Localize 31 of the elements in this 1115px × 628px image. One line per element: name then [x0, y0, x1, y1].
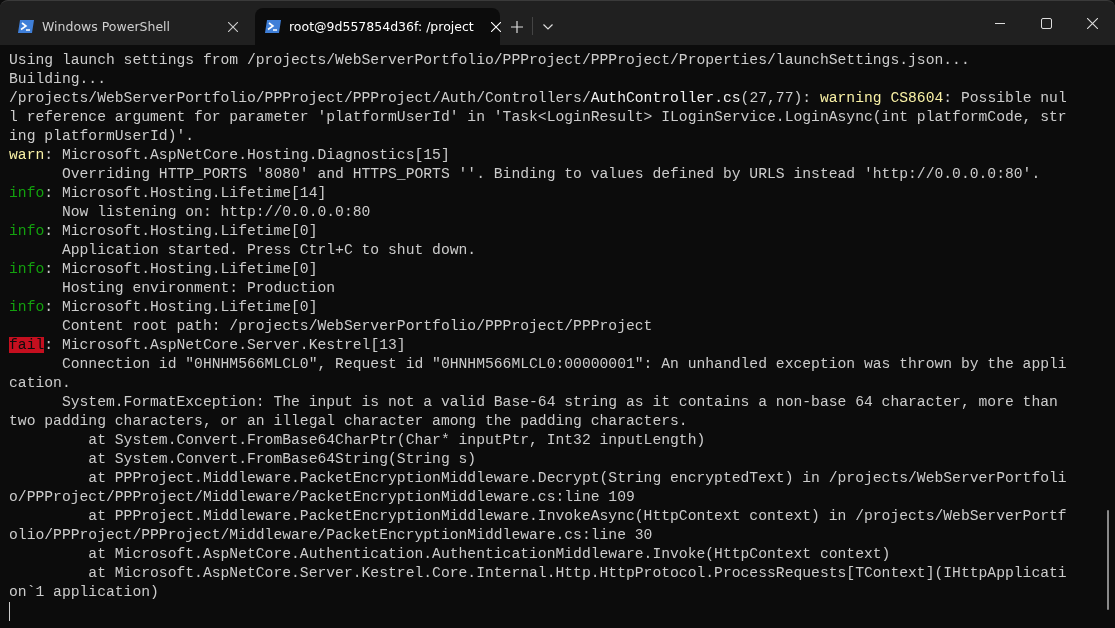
terminal-line: System.FormatException: The input is not a valid Base-64 string as it contains a non-base 64 character, more than: [60, 393, 1059, 412]
terminal-line: Application started. Press Ctrl+C to shut down.: [60, 241, 478, 260]
terminal-line: at System.Convert.FromBase64CharPtr(Char* inputPtr, Int32 inputLength): [87, 431, 707, 450]
terminal-line: info: Microsoft.Hosting.Lifetime[0]: [9, 298, 319, 317]
terminal-line: two padding characters, or an illegal character among the padding characters.: [9, 412, 689, 431]
terminal-line: on`1 application): [9, 583, 160, 602]
terminal-line: info: Microsoft.Hosting.Lifetime[14]: [9, 184, 328, 203]
tab[interactable]: root@9d557854d36f: /project: [255, 8, 500, 45]
terminal-line: o/PPProject/PPProject/Middleware/PacketEncryptionMiddleware.cs:line 109: [9, 488, 636, 507]
terminal-line: Overriding HTTP_PORTS '8080' and HTTPS_PORTS ''. Binding to values defined by URLS instead 'http://0.0.0.0:80'.: [60, 165, 1042, 184]
terminal-line: cation.: [9, 374, 72, 393]
terminal-line: at PPProject.Middleware.PacketEncryptionMiddleware.InvokeAsync(HttpContext context) in /projects/WebServerPortf: [87, 507, 1068, 526]
terminal-line: info: Microsoft.Hosting.Lifetime[0]: [9, 260, 319, 279]
tab[interactable]: Windows PowerShell: [8, 8, 253, 45]
terminal-line: l reference argument for parameter 'platformUserId' in 'Task<LoginResult> ILoginService.LoginAsync(int platformCode, str: [9, 108, 1068, 127]
terminal-line: at Microsoft.AspNetCore.Authentication.AuthenticationMiddleware.Invoke(HttpContext context): [87, 545, 892, 564]
terminal-line: at System.Convert.FromBase64String(String s): [87, 450, 478, 469]
terminal-line: Now listening on: http://0.0.0.0:80: [60, 203, 372, 222]
terminal-line: Using launch settings from /projects/WebServerPortfolio/PPProject/PPProject/Properties/launchSettings.json...: [9, 51, 971, 70]
terminal-line: /projects/WebServerPortfolio/PPProject/PPProject/Auth/Controllers/AuthController.cs(27,77): warning CS8604: Possible nul: [9, 89, 1068, 108]
terminal-line: Content root path: /projects/WebServerPortfolio/PPProject/PPProject: [60, 317, 654, 336]
terminal-line: olio/PPProject/PPProject/Middleware/PacketEncryptionMiddleware.cs:line 30: [9, 526, 654, 545]
terminal-line: Connection id "0HNHM566MLCL0", Request id "0HNHM566MLCL0:00000001": An unhandled exception was thrown by the appli: [60, 355, 1068, 374]
terminal-line: ing platformUserId)'.: [9, 127, 196, 146]
terminal-line: Building...: [9, 70, 107, 89]
terminal-line: at PPProject.Middleware.PacketEncryptionMiddleware.Decrypt(String encryptedText) in /projects/WebServerPortfoli: [87, 469, 1068, 488]
terminal-line: info: Microsoft.Hosting.Lifetime[0]: [9, 222, 319, 241]
terminal-line: Hosting environment: Production: [60, 279, 337, 298]
terminal-line: warn: Microsoft.AspNetCore.Hosting.Diagnostics[15]: [9, 146, 451, 165]
terminal-line: fail: Microsoft.AspNetCore.Server.Kestrel[13]: [9, 336, 407, 355]
terminal-line: at Microsoft.AspNetCore.Server.Kestrel.Core.Internal.Http.HttpProtocol.ProcessRequests[TContext](IHttpApplicati: [87, 564, 1068, 583]
